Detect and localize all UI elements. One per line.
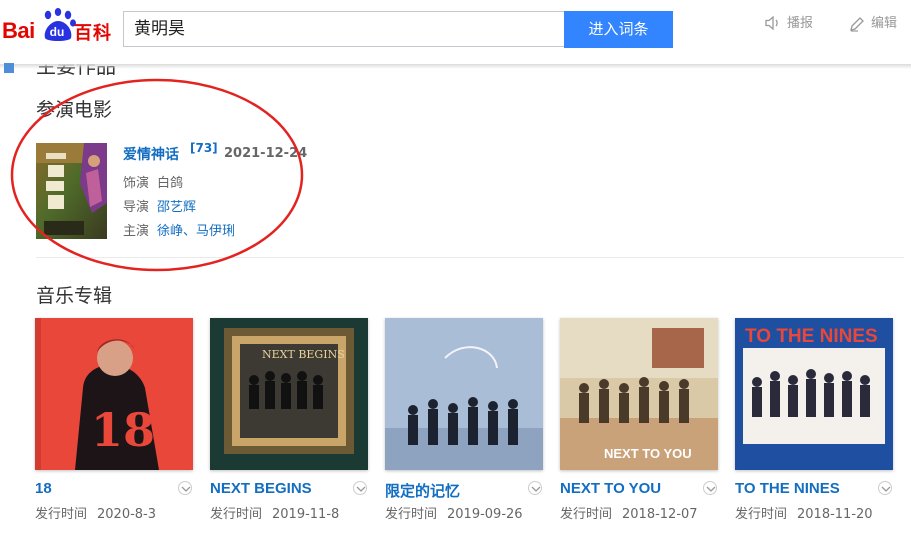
broadcast-button[interactable]: 播报 [764,14,824,34]
speaker-icon [765,15,778,31]
movie-role-row: 饰演 白鸽 [123,172,183,191]
header-shadow [0,64,911,69]
baidu-baike-logo[interactable]: Bai du 百科 [2,8,116,44]
chevron-down-icon [706,486,716,492]
album-card: NEXT BEGINS NEXT BEGINS 发行时间 2019-11-8 [210,318,370,533]
release-date: 2018-12-07 [622,507,698,522]
movie-stars-row: 主演 徐峥、马伊琍 [123,220,235,239]
release-label: 发行时间 [385,507,438,522]
release-date: 2019-11-8 [272,507,340,522]
release-date: 2018-11-20 [797,507,873,522]
top-header: Bai du 百科 黄明昊 进入词条 播报 编辑 [0,0,911,64]
section-marker [4,63,14,73]
expand-button[interactable] [878,481,892,495]
album-release-row: 发行时间 2018-12-07 [560,503,698,522]
album-title-link[interactable]: 18 [35,480,52,497]
release-label: 发行时间 [560,507,613,522]
director-link[interactable]: 邵艺辉 [157,200,196,215]
enter-entry-button[interactable]: 进入词条 [564,11,673,48]
edit-label: 编辑 [871,16,898,31]
movie-title-link[interactable]: 爱情神话 [123,144,179,164]
role-label: 饰演 [123,176,150,191]
album-cover[interactable]: NEXT BEGINS [210,318,368,470]
album-card: TO THE NINES TO THE NINES 发行时间 2018-11-20 [735,318,895,533]
section-divider [36,257,904,258]
stars-label: 主演 [123,224,150,239]
movie-reference-link[interactable]: [73] [190,141,218,155]
album-cover[interactable]: 18 [35,318,193,470]
expand-button[interactable] [178,481,192,495]
movie-release-date: 2021-12-24 [224,146,308,161]
svg-text:18: 18 [91,403,155,457]
svg-text:NEXT TO YOU: NEXT TO YOU [604,446,692,461]
album-cover[interactable]: NEXT TO YOU [560,318,718,470]
director-label: 导演 [123,200,150,215]
expand-button[interactable] [528,481,542,495]
edit-button[interactable]: 编辑 [848,14,908,34]
chevron-down-icon [356,486,366,492]
album-release-row: 发行时间 2019-09-26 [385,503,523,522]
release-date: 2019-09-26 [447,507,523,522]
broadcast-label: 播报 [787,16,814,31]
album-card: 18 18 发行时间 2020-8-3 [35,318,195,533]
album-release-row: 发行时间 2020-8-3 [35,503,156,522]
album-cover[interactable]: TO THE NINES [735,318,893,470]
expand-button[interactable] [703,481,717,495]
logo-du-text: du [49,25,65,39]
album-cover[interactable] [385,318,543,470]
svg-text:NEXT BEGINS: NEXT BEGINS [262,348,345,361]
chevron-down-icon [881,486,891,492]
release-date: 2020-8-3 [97,507,157,522]
album-card: 限定的记忆 发行时间 2019-09-26 [385,318,545,533]
logo-baike-text: 百科 [74,23,112,44]
svg-text:TO THE NINES: TO THE NINES [745,326,878,347]
stars-links[interactable]: 徐峥、马伊琍 [157,224,235,239]
chevron-down-icon [531,486,541,492]
album-title-link[interactable]: TO THE NINES [735,480,840,497]
chevron-down-icon [181,486,191,492]
search-input[interactable]: 黄明昊 [123,11,564,47]
release-label: 发行时间 [735,507,788,522]
release-label: 发行时间 [210,507,263,522]
movies-section-title: 参演电影 [36,99,113,121]
logo-bai-text: Bai [2,18,35,43]
movie-director-row: 导演 邵艺辉 [123,196,196,215]
album-title-link[interactable]: 限定的记忆 [385,480,460,501]
album-title-link[interactable]: NEXT TO YOU [560,480,661,497]
album-release-row: 发行时间 2019-11-8 [210,503,339,522]
release-label: 发行时间 [35,507,88,522]
music-section-title: 音乐专辑 [36,285,113,307]
pencil-icon [850,17,864,32]
album-card: NEXT TO YOU NEXT TO YOU 发行时间 2018-12-07 [560,318,720,533]
album-release-row: 发行时间 2018-11-20 [735,503,873,522]
movie-poster[interactable] [36,143,107,239]
album-title-link[interactable]: NEXT BEGINS [210,480,312,497]
role-value: 白鸽 [157,176,184,191]
expand-button[interactable] [353,481,367,495]
